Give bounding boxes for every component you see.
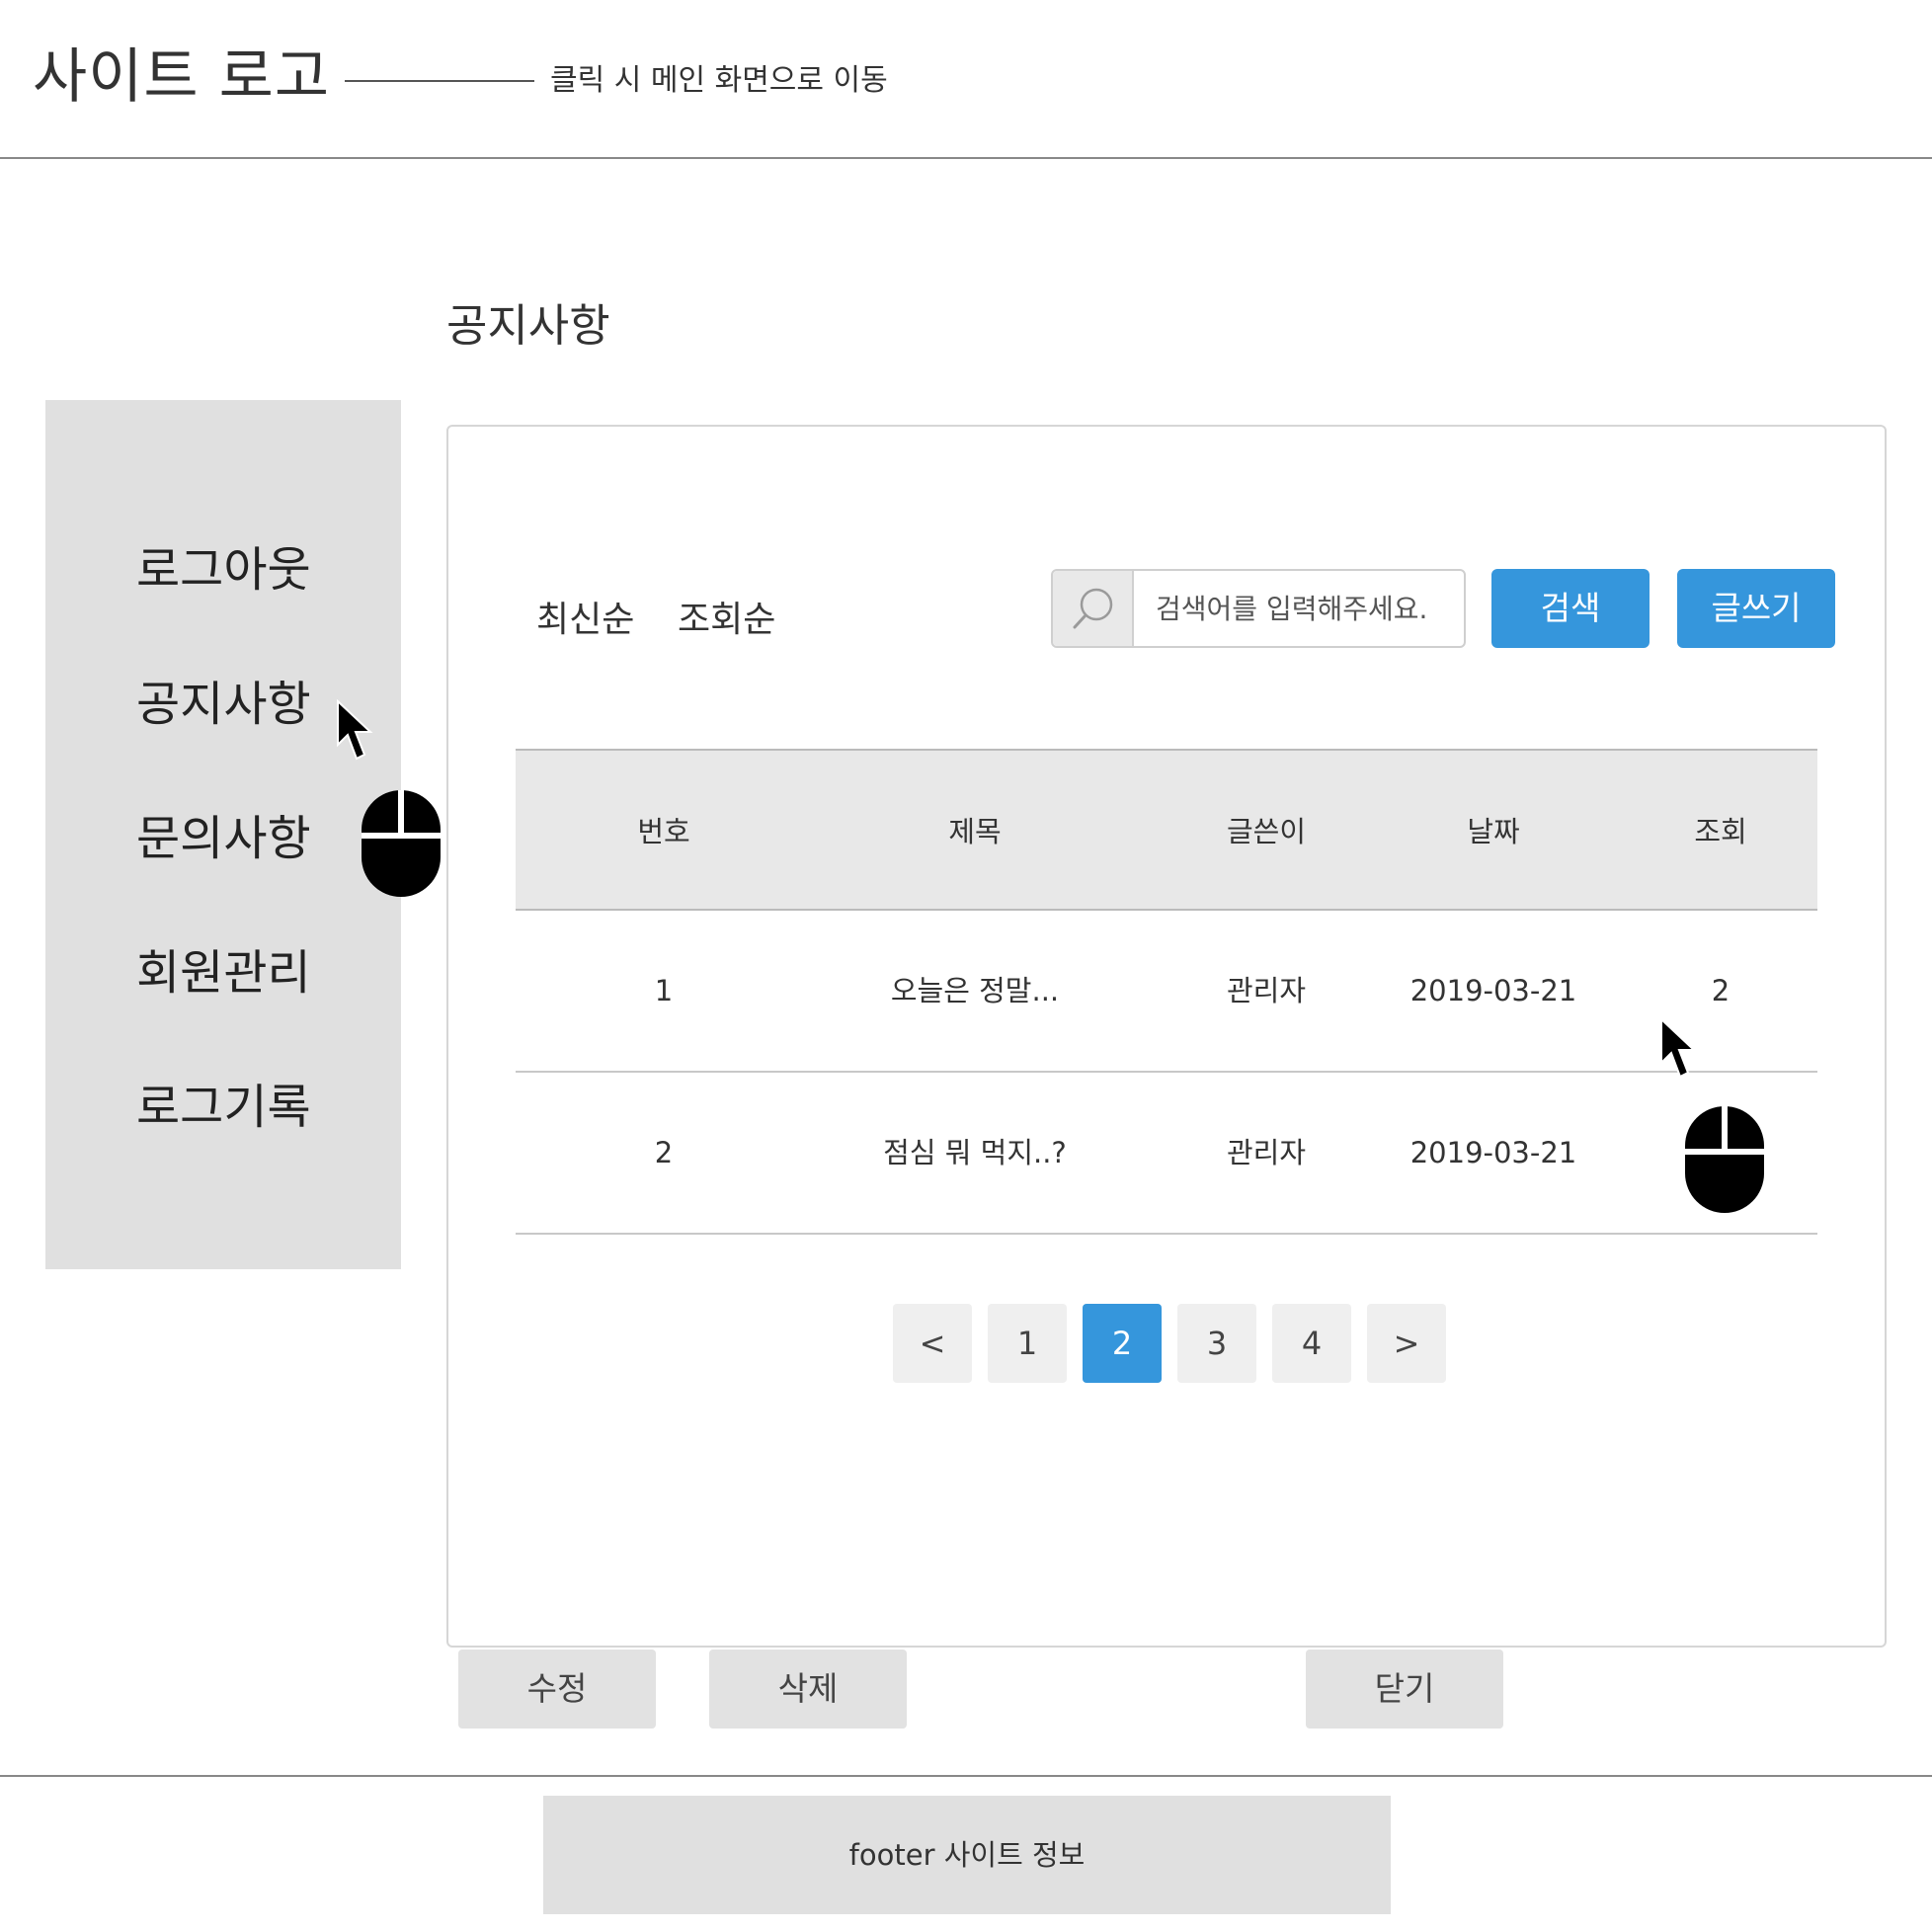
table-row[interactable]: 2 점심 뭐 먹지..? 관리자 2019-03-21 4 [516,1073,1817,1235]
sidebar: 로그아웃 공지사항 문의사항 회원관리 로그기록 [45,400,401,1269]
search-button[interactable]: 검색 [1491,569,1650,648]
column-header-author[interactable]: 글쓴이 [1187,751,1345,913]
cursor-arrow-icon [1659,1016,1699,1087]
column-header-views[interactable]: 조회 [1642,751,1800,913]
column-header-number[interactable]: 번호 [595,751,733,913]
pagination-prev[interactable]: < [893,1304,972,1383]
logo-annotation-line [345,80,534,82]
search-icon[interactable] [1053,571,1134,646]
close-button[interactable]: 닫기 [1306,1650,1503,1729]
logo-annotation-note: 클릭 시 메인 화면으로 이동 [550,63,888,98]
footer-divider [0,1775,1932,1777]
cell-date: 2019-03-21 [1409,974,1577,1007]
sidebar-item-inquiry[interactable]: 문의사항 [136,807,311,870]
cell-number: 1 [654,974,674,1007]
sort-latest-tab[interactable]: 최신순 [536,593,634,648]
cell-author: 관리자 [1226,974,1307,1007]
page-title: 공지사항 [446,299,610,352]
site-logo[interactable]: 사이트 로고 [33,38,330,117]
pagination-next[interactable]: > [1367,1304,1446,1383]
pagination-page-1[interactable]: 1 [988,1304,1067,1383]
sidebar-item-logs[interactable]: 로그기록 [136,1076,311,1139]
pagination-page-2-current[interactable]: 2 [1083,1304,1162,1383]
sidebar-item-notice[interactable]: 공지사항 [136,673,311,736]
sidebar-item-members[interactable]: 회원관리 [136,941,311,1005]
table-header: 번호 제목 글쓴이 날짜 조회 [516,749,1817,911]
cell-date: 2019-03-21 [1409,1136,1577,1169]
sidebar-item-logout[interactable]: 로그아웃 [136,538,311,602]
write-button[interactable]: 글쓰기 [1677,569,1835,648]
search-box [1051,569,1466,648]
table-row[interactable]: 1 오늘은 정말... 관리자 2019-03-21 2 [516,911,1817,1073]
mouse-click-icon [360,788,443,903]
delete-button[interactable]: 삭제 [709,1650,907,1729]
pagination-page-4[interactable]: 4 [1272,1304,1351,1383]
search-input[interactable] [1134,571,1460,646]
pagination-page-3[interactable]: 3 [1177,1304,1256,1383]
column-header-title[interactable]: 제목 [842,751,1108,913]
header-divider [0,157,1932,159]
cell-author: 관리자 [1226,1136,1307,1169]
sort-views-tab[interactable]: 조회순 [678,593,775,648]
cursor-arrow-icon [336,698,375,768]
edit-button[interactable]: 수정 [458,1650,656,1729]
cell-title[interactable]: 점심 뭐 먹지..? [842,1073,1108,1233]
footer: footer 사이트 정보 [543,1796,1391,1914]
cell-number: 2 [654,1136,674,1169]
column-header-date[interactable]: 날짜 [1385,751,1602,913]
cell-title[interactable]: 오늘은 정말... [842,911,1108,1071]
mouse-click-icon [1683,1104,1766,1219]
